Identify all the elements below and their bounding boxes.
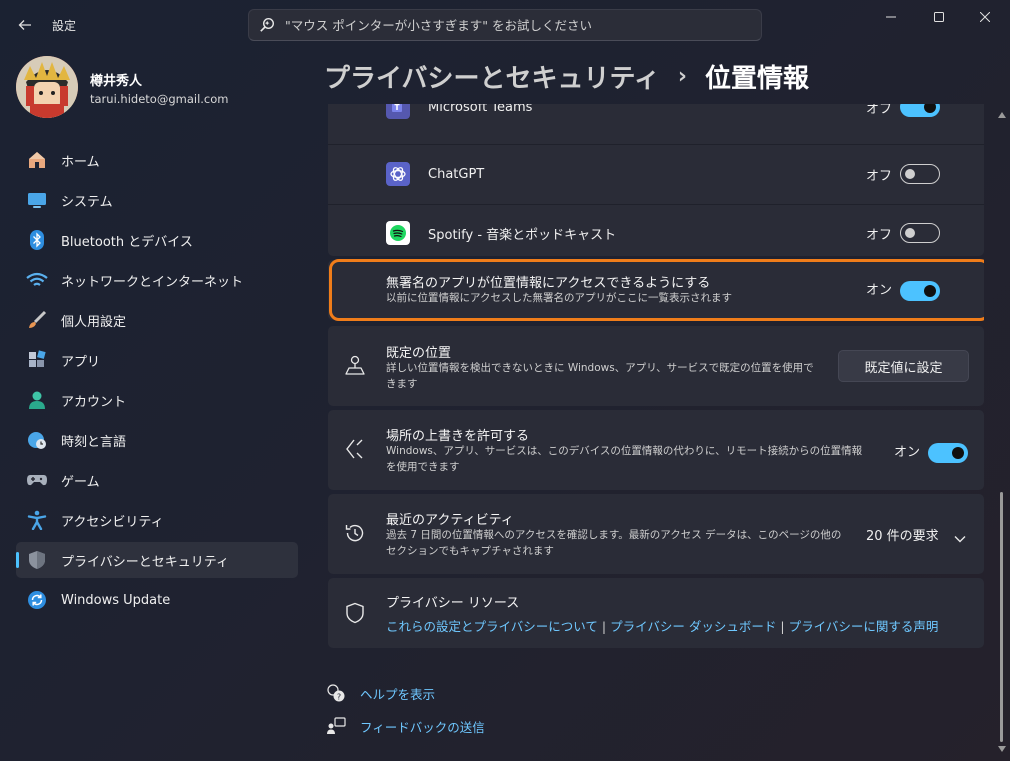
scroll-up-icon[interactable] — [998, 112, 1006, 118]
list-item: Spotify - 音楽とポッドキャスト オフ — [328, 204, 984, 262]
shield-outline-icon — [344, 602, 366, 624]
sidebar-nav: ホーム システム Bluetooth とデバイス ネットワークとインターネット … — [16, 142, 298, 622]
spotify-icon — [386, 221, 410, 245]
gamepad-icon — [26, 469, 48, 491]
feedback-link[interactable]: フィードバックの送信 — [326, 716, 485, 736]
recent-activity-title: 最近のアクティビティ — [386, 513, 514, 528]
spotify-location-toggle[interactable] — [900, 223, 940, 243]
apps-icon — [26, 349, 48, 371]
settings-window: 設定 "マウス ポインターが小さすぎます" をお試しください 樽井秀人 taru… — [0, 0, 1010, 761]
sidebar-item-privacy-security[interactable]: プライバシーとセキュリティ — [16, 542, 298, 578]
default-location-card: 既定の位置 詳しい位置情報を検出できないときに Windows、アプリ、サービス… — [328, 326, 984, 406]
remote-arrows-icon — [344, 438, 366, 460]
sidebar-item-system[interactable]: システム — [16, 182, 298, 218]
privacy-resources-card: プライバシー リソース これらの設定とプライバシーについて | プライバシー ダッシ… — [328, 578, 984, 648]
maximize-icon — [934, 12, 944, 22]
scroll-down-icon[interactable] — [998, 746, 1006, 752]
user-email: tarui.hideto@gmail.com — [90, 92, 229, 106]
search-icon — [249, 17, 285, 33]
help-link[interactable]: ? ヘルプを表示 — [326, 683, 435, 703]
privacy-statement-link[interactable]: プライバシーに関する声明 — [789, 619, 939, 634]
set-default-button[interactable]: 既定値に設定 — [838, 350, 969, 382]
chatgpt-icon — [386, 162, 410, 186]
breadcrumb: プライバシーとセキュリティ › 位置情報 — [324, 58, 809, 95]
back-arrow-icon — [18, 20, 31, 30]
privacy-resources-title: プライバシー リソース — [386, 596, 520, 611]
feedback-icon — [327, 717, 346, 734]
location-override-toggle[interactable] — [928, 443, 968, 463]
minimize-button[interactable] — [866, 0, 916, 34]
default-location-title: 既定の位置 — [386, 346, 452, 361]
recent-activity-card[interactable]: 最近のアクティビティ 過去 7 日間の位置情報へのアクセスを確認します。最新のア… — [328, 494, 984, 574]
minimize-icon — [886, 16, 896, 18]
shield-icon — [26, 549, 48, 571]
search-box[interactable] — [248, 9, 762, 41]
scrollbar[interactable] — [998, 104, 1006, 761]
privacy-settings-link[interactable]: これらの設定とプライバシーについて — [386, 619, 598, 634]
recent-activity-description: 過去 7 日間の位置情報へのアクセスを確認します。最新のアクセス データは、この… — [386, 529, 842, 557]
privacy-links: これらの設定とプライバシーについて | プライバシー ダッシュボード | プライバシーに… — [386, 619, 939, 634]
chevron-down-icon[interactable] — [954, 528, 966, 547]
avatar[interactable] — [16, 56, 78, 118]
breadcrumb-separator: › — [677, 64, 687, 89]
back-button[interactable] — [12, 12, 38, 38]
privacy-dashboard-link[interactable]: プライバシー ダッシュボード — [610, 619, 776, 634]
sidebar-item-windows-update[interactable]: Windows Update — [16, 582, 298, 618]
history-icon — [344, 522, 366, 544]
location-override-title: 場所の上書きを許可する — [386, 429, 530, 444]
request-count: 20 件の要求 — [866, 529, 939, 544]
accessibility-icon — [26, 509, 48, 531]
wifi-icon — [26, 269, 48, 291]
default-location-description: 詳しい位置情報を検出できないときに Windows、アプリ、サービスで既定の位置… — [386, 362, 814, 390]
update-icon — [26, 589, 48, 611]
highlight-box — [329, 259, 984, 321]
sidebar-item-network[interactable]: ネットワークとインターネット — [16, 262, 298, 298]
globe-clock-icon — [26, 429, 48, 451]
breadcrumb-parent[interactable]: プライバシーとセキュリティ — [324, 58, 660, 95]
location-override-description: Windows、アプリ、サービスは、このデバイスの位置情報の代わりに、リモート接… — [386, 445, 863, 473]
map-pin-icon — [344, 354, 366, 376]
app-title: 設定 — [52, 19, 77, 33]
maximize-button[interactable] — [914, 0, 964, 34]
monitor-icon — [26, 189, 48, 211]
sidebar-item-time-language[interactable]: 時刻と言語 — [16, 422, 298, 458]
sidebar-item-bluetooth[interactable]: Bluetooth とデバイス — [16, 222, 298, 258]
search-input[interactable] — [285, 17, 745, 33]
brush-icon — [26, 309, 48, 331]
close-button[interactable] — [960, 0, 1010, 34]
title-bar: 設定 — [0, 0, 1010, 48]
teams-location-toggle[interactable] — [900, 104, 940, 117]
app-list-card: Microsoft Teams オフ ChatGPT オフ Spotify - … — [328, 104, 984, 256]
sidebar-item-gaming[interactable]: ゲーム — [16, 462, 298, 498]
bluetooth-icon — [26, 229, 48, 251]
svg-text:?: ? — [337, 693, 341, 702]
sidebar-item-personalization[interactable]: 個人用設定 — [16, 302, 298, 338]
list-item: ChatGPT オフ — [328, 145, 984, 203]
teams-icon — [386, 104, 410, 119]
help-icon: ? — [327, 684, 345, 702]
sidebar-item-home[interactable]: ホーム — [16, 142, 298, 178]
list-item: Microsoft Teams オフ — [328, 104, 984, 136]
home-icon — [26, 149, 48, 171]
user-name: 樽井秀人 — [90, 74, 143, 89]
sidebar-item-apps[interactable]: アプリ — [16, 342, 298, 378]
person-icon — [26, 389, 48, 411]
page-title: 位置情報 — [705, 64, 810, 94]
chatgpt-location-toggle[interactable] — [900, 164, 940, 184]
close-icon — [980, 12, 990, 22]
content-pane: Microsoft Teams オフ ChatGPT オフ Spotify - … — [328, 104, 984, 761]
location-override-card: 場所の上書きを許可する Windows、アプリ、サービスは、このデバイスの位置情… — [328, 410, 984, 490]
scroll-thumb[interactable] — [1000, 492, 1003, 742]
sidebar-item-accessibility[interactable]: アクセシビリティ — [16, 502, 298, 538]
sidebar-item-accounts[interactable]: アカウント — [16, 382, 298, 418]
